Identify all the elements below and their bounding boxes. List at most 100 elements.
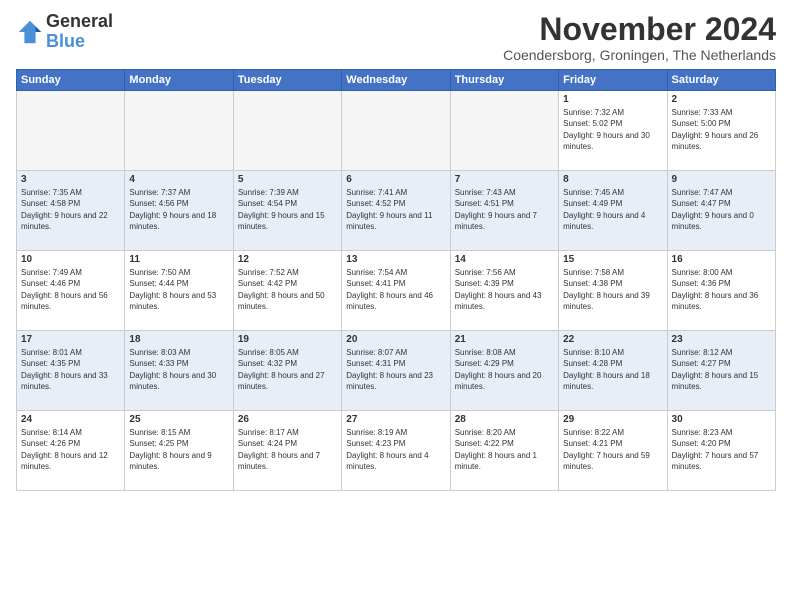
table-row: 30Sunrise: 8:23 AM Sunset: 4:20 PM Dayli… (667, 411, 775, 491)
table-row (125, 91, 233, 171)
title-area: November 2024 Coendersborg, Groningen, T… (503, 12, 776, 63)
day-info: Sunrise: 8:01 AM Sunset: 4:35 PM Dayligh… (21, 347, 120, 392)
calendar-week-row: 3 Sunrise: 7:35 AM Sunset: 4:58 PM Daylig… (17, 171, 776, 251)
day-info: Sunrise: 7:39 AM Sunset: 4:54 PM Dayligh… (238, 187, 337, 232)
day-info: Sunrise: 7:45 AM Sunset: 4:49 PM Dayligh… (563, 187, 662, 232)
day-number: 10 (21, 254, 120, 265)
day-info: Sunrise: 7:49 AM Sunset: 4:46 PM Dayligh… (21, 267, 120, 312)
day-info: Sunrise: 7:56 AM Sunset: 4:39 PM Dayligh… (455, 267, 554, 312)
table-row: 21 Sunrise: 8:08 AM Sunset: 4:29 PM Dayli… (450, 331, 558, 411)
day-number: 18 (129, 334, 228, 345)
day-info: Sunrise: 7:54 AM Sunset: 4:41 PM Dayligh… (346, 267, 445, 312)
calendar-table: Sunday Monday Tuesday Wednesday Thursday… (16, 69, 776, 491)
day-info: Sunrise: 8:12 AM Sunset: 4:27 PM Dayligh… (672, 347, 771, 392)
table-row: 2Sunrise: 7:33 AM Sunset: 5:00 PM Daylig… (667, 91, 775, 171)
day-info: Sunrise: 7:43 AM Sunset: 4:51 PM Dayligh… (455, 187, 554, 232)
day-info: Sunrise: 8:23 AM Sunset: 4:20 PM Dayligh… (672, 427, 771, 472)
table-row: 15Sunrise: 7:58 AM Sunset: 4:38 PM Dayli… (559, 251, 667, 331)
calendar-week-row: 1 Sunrise: 7:32 AM Sunset: 5:02 PM Daylig… (17, 91, 776, 171)
table-row: 29 Sunrise: 8:22 AM Sunset: 4:21 PM Dayli… (559, 411, 667, 491)
col-friday: Friday (559, 70, 667, 91)
table-row: 6 Sunrise: 7:41 AM Sunset: 4:52 PM Daylig… (342, 171, 450, 251)
day-number: 25 (129, 414, 228, 425)
col-monday: Monday (125, 70, 233, 91)
logo: General Blue (16, 12, 113, 52)
logo-blue-text: Blue (46, 32, 113, 52)
calendar-week-row: 10 Sunrise: 7:49 AM Sunset: 4:46 PM Dayli… (17, 251, 776, 331)
day-info: Sunrise: 8:22 AM Sunset: 4:21 PM Dayligh… (563, 427, 662, 472)
col-wednesday: Wednesday (342, 70, 450, 91)
table-row: 11Sunrise: 7:50 AM Sunset: 4:44 PM Dayli… (125, 251, 233, 331)
day-number: 5 (238, 174, 337, 185)
day-info: Sunrise: 7:47 AM Sunset: 4:47 PM Dayligh… (672, 187, 771, 232)
day-number: 16 (672, 254, 771, 265)
table-row: 20 Sunrise: 8:07 AM Sunset: 4:31 PM Dayli… (342, 331, 450, 411)
logo-general-text: General (46, 12, 113, 32)
day-info: Sunrise: 7:32 AM Sunset: 5:02 PM Dayligh… (563, 107, 662, 152)
day-info: Sunrise: 8:17 AM Sunset: 4:24 PM Dayligh… (238, 427, 337, 472)
table-row (233, 91, 341, 171)
table-row: 5 Sunrise: 7:39 AM Sunset: 4:54 PM Daylig… (233, 171, 341, 251)
table-row: 9Sunrise: 7:47 AM Sunset: 4:47 PM Daylig… (667, 171, 775, 251)
table-row: 27Sunrise: 8:19 AM Sunset: 4:23 PM Dayli… (342, 411, 450, 491)
col-sunday: Sunday (17, 70, 125, 91)
table-row (342, 91, 450, 171)
day-info: Sunrise: 7:35 AM Sunset: 4:58 PM Dayligh… (21, 187, 120, 232)
table-row (17, 91, 125, 171)
calendar-header-row: Sunday Monday Tuesday Wednesday Thursday… (17, 70, 776, 91)
day-number: 17 (21, 334, 120, 345)
day-info: Sunrise: 8:08 AM Sunset: 4:29 PM Dayligh… (455, 347, 554, 392)
table-row: 7 Sunrise: 7:43 AM Sunset: 4:51 PM Daylig… (450, 171, 558, 251)
day-number: 1 (563, 94, 662, 105)
table-row: 3 Sunrise: 7:35 AM Sunset: 4:58 PM Daylig… (17, 171, 125, 251)
day-info: Sunrise: 7:33 AM Sunset: 5:00 PM Dayligh… (672, 107, 771, 152)
location: Coendersborg, Groningen, The Netherlands (503, 47, 776, 63)
table-row: 25 Sunrise: 8:15 AM Sunset: 4:25 PM Dayli… (125, 411, 233, 491)
table-row: 14 Sunrise: 7:56 AM Sunset: 4:39 PM Dayli… (450, 251, 558, 331)
table-row: 16Sunrise: 8:00 AM Sunset: 4:36 PM Dayli… (667, 251, 775, 331)
day-number: 15 (563, 254, 662, 265)
table-row: 17 Sunrise: 8:01 AM Sunset: 4:35 PM Dayli… (17, 331, 125, 411)
day-info: Sunrise: 8:15 AM Sunset: 4:25 PM Dayligh… (129, 427, 228, 472)
day-number: 21 (455, 334, 554, 345)
table-row: 1 Sunrise: 7:32 AM Sunset: 5:02 PM Daylig… (559, 91, 667, 171)
table-row: 28 Sunrise: 8:20 AM Sunset: 4:22 PM Dayli… (450, 411, 558, 491)
day-number: 20 (346, 334, 445, 345)
day-number: 29 (563, 414, 662, 425)
day-number: 14 (455, 254, 554, 265)
day-number: 23 (672, 334, 771, 345)
table-row (450, 91, 558, 171)
day-number: 4 (129, 174, 228, 185)
day-info: Sunrise: 8:20 AM Sunset: 4:22 PM Dayligh… (455, 427, 554, 472)
day-number: 27 (346, 414, 445, 425)
day-number: 7 (455, 174, 554, 185)
logo-icon (16, 18, 44, 46)
table-row: 8 Sunrise: 7:45 AM Sunset: 4:49 PM Daylig… (559, 171, 667, 251)
col-tuesday: Tuesday (233, 70, 341, 91)
day-info: Sunrise: 7:37 AM Sunset: 4:56 PM Dayligh… (129, 187, 228, 232)
table-row: 10 Sunrise: 7:49 AM Sunset: 4:46 PM Dayli… (17, 251, 125, 331)
day-info: Sunrise: 8:05 AM Sunset: 4:32 PM Dayligh… (238, 347, 337, 392)
page-header: General Blue November 2024 Coendersborg,… (16, 12, 776, 63)
day-number: 6 (346, 174, 445, 185)
table-row: 19 Sunrise: 8:05 AM Sunset: 4:32 PM Dayli… (233, 331, 341, 411)
day-info: Sunrise: 8:14 AM Sunset: 4:26 PM Dayligh… (21, 427, 120, 472)
day-info: Sunrise: 8:10 AM Sunset: 4:28 PM Dayligh… (563, 347, 662, 392)
col-saturday: Saturday (667, 70, 775, 91)
table-row: 26 Sunrise: 8:17 AM Sunset: 4:24 PM Dayli… (233, 411, 341, 491)
day-number: 26 (238, 414, 337, 425)
table-row: 24 Sunrise: 8:14 AM Sunset: 4:26 PM Dayli… (17, 411, 125, 491)
day-number: 24 (21, 414, 120, 425)
table-row: 13Sunrise: 7:54 AM Sunset: 4:41 PM Dayli… (342, 251, 450, 331)
table-row: 18Sunrise: 8:03 AM Sunset: 4:33 PM Dayli… (125, 331, 233, 411)
day-info: Sunrise: 7:52 AM Sunset: 4:42 PM Dayligh… (238, 267, 337, 312)
day-number: 19 (238, 334, 337, 345)
month-title: November 2024 (503, 12, 776, 47)
day-number: 8 (563, 174, 662, 185)
day-info: Sunrise: 7:41 AM Sunset: 4:52 PM Dayligh… (346, 187, 445, 232)
table-row: 22Sunrise: 8:10 AM Sunset: 4:28 PM Dayli… (559, 331, 667, 411)
calendar-week-row: 17 Sunrise: 8:01 AM Sunset: 4:35 PM Dayli… (17, 331, 776, 411)
day-number: 28 (455, 414, 554, 425)
day-number: 3 (21, 174, 120, 185)
day-info: Sunrise: 8:07 AM Sunset: 4:31 PM Dayligh… (346, 347, 445, 392)
